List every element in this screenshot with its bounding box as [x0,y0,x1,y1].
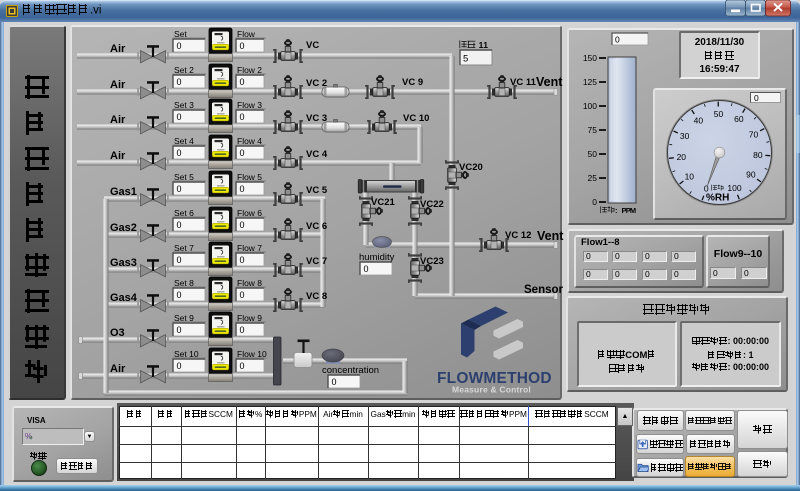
svg-text:Flow 10: Flow 10 [237,349,267,359]
svg-text:VC: VC [306,40,319,51]
svg-text:Flow 5: Flow 5 [237,172,262,182]
svg-text:Flow 2: Flow 2 [237,65,262,75]
svg-text:50: 50 [588,149,598,159]
svg-text:VC 8: VC 8 [306,291,327,302]
svg-text:Air: Air [110,79,126,91]
svg-text:Air: Air [110,43,126,55]
svg-text:90: 90 [746,170,756,180]
svg-text:25: 25 [588,173,598,183]
svg-text:Set 6: Set 6 [174,208,194,218]
svg-text:VC 7: VC 7 [306,256,327,267]
svg-text:Measure & Control: Measure & Control [452,385,531,395]
svg-text:70: 70 [749,129,759,139]
svg-text:O3: O3 [110,327,125,339]
svg-text:Set 9: Set 9 [174,313,194,323]
svg-text:%RH: %RH [706,193,729,204]
svg-text:Flow 4: Flow 4 [237,136,262,146]
svg-text:Set 8: Set 8 [174,278,194,288]
svg-text:Set 10: Set 10 [174,349,199,359]
svg-text:20: 20 [677,152,687,162]
svg-text:30: 30 [680,131,690,141]
svg-text:Flow 3: Flow 3 [237,100,262,110]
svg-text:Vent: Vent [537,229,564,243]
svg-text::: : [615,206,618,215]
svg-text:Flow 7: Flow 7 [237,243,262,253]
svg-text:Set 5: Set 5 [174,172,194,182]
svg-text:VC 6: VC 6 [306,221,327,232]
svg-text:125: 125 [583,77,597,87]
svg-text:Sensor: Sensor [524,284,564,296]
svg-text:Air: Air [110,363,126,375]
svg-text:VC 5: VC 5 [306,185,328,196]
svg-text:M: M [630,206,636,215]
svg-text:Vent: Vent [536,75,563,89]
svg-text:Flow: Flow [237,29,256,39]
svg-text:Set 7: Set 7 [174,243,194,253]
svg-text:Flow 9: Flow 9 [237,313,262,323]
svg-text:80: 80 [753,150,763,160]
svg-text:VC23: VC23 [420,256,444,267]
svg-text:VC 4: VC 4 [306,149,328,160]
svg-text:0: 0 [615,35,620,45]
svg-text:Flow 6: Flow 6 [237,208,262,218]
svg-text:100: 100 [583,101,597,111]
svg-text:50: 50 [714,109,724,119]
svg-text:VC 9: VC 9 [402,77,423,88]
svg-text:40: 40 [694,115,704,125]
svg-text:VC21: VC21 [371,197,395,208]
svg-text:0: 0 [592,197,597,207]
svg-text:Gas2: Gas2 [110,222,137,234]
svg-text:10: 10 [685,171,695,181]
svg-text:Set 3: Set 3 [174,100,194,110]
svg-text:Set 4: Set 4 [174,136,194,146]
svg-text:75: 75 [588,125,598,135]
svg-text:VC20: VC20 [459,162,483,173]
svg-text:Flow 8: Flow 8 [237,278,262,288]
svg-text:VC 11: VC 11 [510,77,537,88]
svg-text:VC 10: VC 10 [403,113,429,124]
svg-text:1: 1 [483,40,488,50]
svg-text:100: 100 [727,183,741,193]
svg-text:Gas4: Gas4 [110,292,138,304]
svg-text:Air: Air [110,150,126,162]
svg-text:VC22: VC22 [420,199,444,210]
svg-text:60: 60 [734,114,744,124]
svg-text:150: 150 [583,53,597,63]
svg-text:Set: Set [174,29,187,39]
svg-text:Air: Air [110,114,126,126]
svg-text:Gas1: Gas1 [110,186,137,198]
svg-text:Gas3: Gas3 [110,257,137,269]
svg-text:Set 2: Set 2 [174,65,194,75]
svg-text:5: 5 [463,54,468,65]
svg-text:VC 12: VC 12 [505,230,531,241]
